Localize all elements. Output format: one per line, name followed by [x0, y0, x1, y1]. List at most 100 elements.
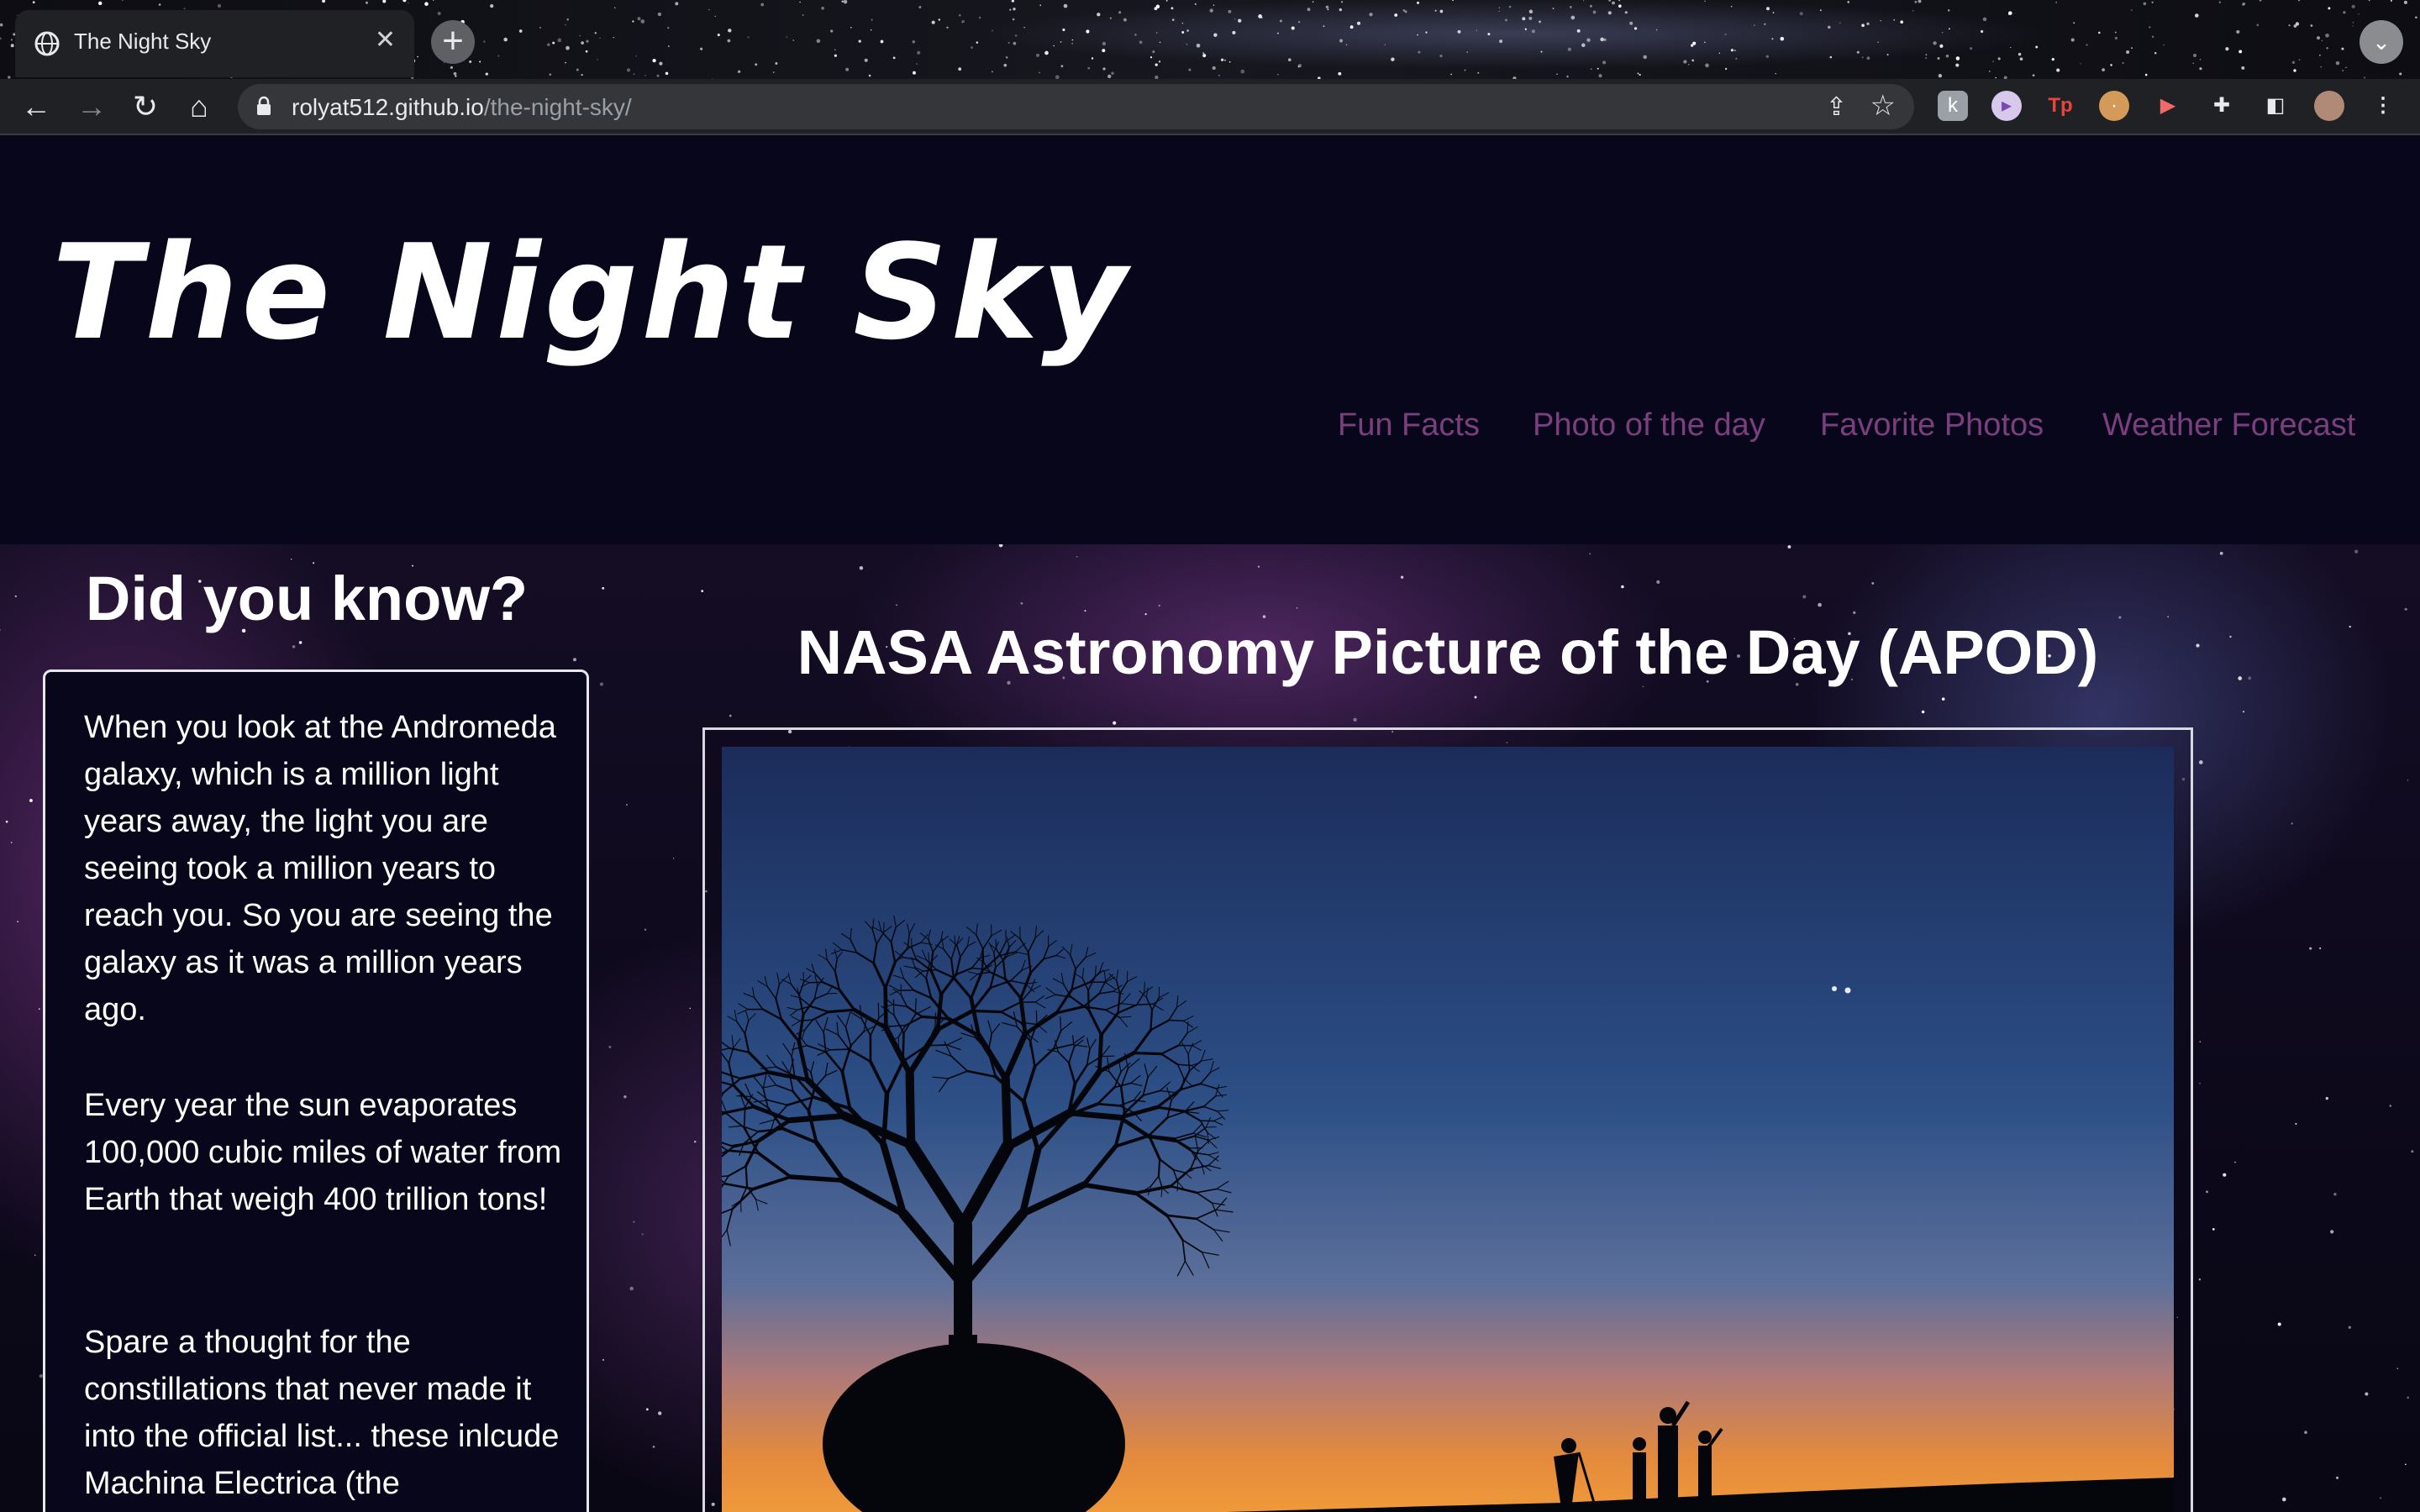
star-dot — [1213, 4, 1215, 6]
star-dot — [1871, 581, 1875, 585]
tree-branch — [1126, 971, 1128, 983]
star-dot — [1012, 18, 1015, 21]
extension-play-icon[interactable]: ▸ — [1991, 91, 2022, 121]
apod-heading: NASA Astronomy Picture of the Day (APOD) — [797, 617, 2099, 687]
browser-toolbar: ← → ↻ ⌂ rolyat512.github.io/the-night-sk… — [0, 79, 2420, 134]
star-dot — [760, 3, 765, 7]
star-dot — [1476, 29, 1478, 31]
star-dot — [2144, 73, 2148, 76]
star-dot — [1113, 721, 1117, 725]
star-dot — [1704, 0, 1706, 3]
star-dot — [1988, 71, 1991, 72]
star-dot — [1202, 52, 1205, 55]
star-dot — [1071, 43, 1073, 45]
star-dot — [1209, 8, 1213, 13]
star-dot — [1053, 45, 1055, 47]
kebab-menu-icon[interactable]: ⋮ — [2368, 91, 2398, 121]
star-dot — [2351, 4, 2355, 8]
star-dot — [597, 59, 598, 60]
star-dot — [2348, 1326, 2351, 1329]
star-dot — [633, 1221, 635, 1223]
star-dot — [1941, 697, 1945, 701]
extension-record-icon[interactable]: ▶ — [2153, 91, 2183, 121]
star-dot — [2291, 822, 2293, 825]
nav-link-fun-facts[interactable]: Fun Facts — [1338, 407, 1480, 444]
star-dot — [1118, 11, 1122, 14]
star-dot — [958, 13, 961, 17]
star-dot — [408, 2, 409, 4]
star-dot — [689, 1007, 692, 1010]
star-dot — [1592, 10, 1597, 14]
star-dot — [1060, 41, 1062, 43]
star-dot — [2218, 1, 2222, 3]
star-dot — [1847, 1, 1850, 3]
star-dot — [1369, 13, 1373, 17]
forward-arrow-icon[interactable]: → — [71, 86, 113, 128]
star-dot — [1257, 565, 1260, 568]
nav-link-photo-of-the-day[interactable]: Photo of the day — [1533, 407, 1765, 444]
star-dot — [1531, 29, 1535, 34]
fun-facts-box[interactable]: When you look at the Andromeda galaxy, w… — [43, 669, 589, 1512]
star-dot — [708, 8, 710, 11]
star-dot — [1829, 55, 1833, 59]
new-tab-button[interactable]: + — [431, 20, 475, 64]
star-dot — [1912, 9, 1914, 12]
star-dot — [539, 26, 541, 29]
star-dot — [2336, 1476, 2338, 1479]
star-dot — [2019, 57, 2023, 61]
profile-avatar[interactable] — [2314, 91, 2344, 121]
star-dot — [1866, 56, 1870, 60]
star-dot — [1091, 57, 1094, 60]
star-dot — [1062, 28, 1065, 32]
star-dot — [2390, 0, 2392, 2]
star-dot — [2114, 36, 2118, 40]
star-dot — [2288, 24, 2291, 27]
nav-link-weather-forecast[interactable]: Weather Forecast — [2102, 407, 2355, 444]
star-dot — [1818, 602, 1822, 607]
star-dot — [433, 0, 434, 1]
star-dot — [547, 43, 550, 46]
back-arrow-icon[interactable]: ← — [15, 86, 57, 128]
star-dot — [1039, 4, 1041, 7]
star-dot — [0, 37, 2, 40]
star-dot — [665, 71, 669, 76]
star-dot — [843, 0, 848, 4]
star-dot — [1624, 11, 1628, 14]
star-dot — [490, 4, 494, 8]
star-dot — [2241, 66, 2245, 70]
star-dot — [402, 0, 407, 3]
side-panel-icon[interactable]: ◧ — [2260, 91, 2291, 121]
reload-icon[interactable]: ↻ — [124, 86, 166, 128]
star-dot — [1570, 15, 1576, 20]
home-icon[interactable]: ⌂ — [178, 86, 220, 128]
address-bar[interactable]: rolyat512.github.io/the-night-sky/ ⇪ ☆ — [238, 84, 1914, 129]
star-dot — [1861, 56, 1864, 59]
star-dot — [1945, 54, 1949, 58]
star-dot — [1765, 55, 1770, 59]
puzzle-icon[interactable]: ✚ — [2207, 91, 2237, 121]
extension-avatar-icon[interactable]: · — [2099, 91, 2129, 121]
star-dot — [747, 36, 750, 39]
browser-tab[interactable]: The Night Sky ✕ — [15, 10, 414, 77]
star-dot — [1007, 41, 1010, 44]
tab-close-icon[interactable]: ✕ — [375, 25, 396, 55]
star-dot — [992, 29, 993, 32]
star-dot — [841, 0, 844, 3]
star-dot — [1474, 696, 1477, 699]
star-dot — [1937, 57, 1940, 60]
extension-k-icon[interactable]: k — [1938, 91, 1968, 121]
star-dot — [632, 20, 634, 23]
star-dot — [2110, 64, 2112, 66]
star-dot — [1524, 28, 1527, 30]
star-icon[interactable]: ☆ — [1870, 89, 1896, 123]
share-icon[interactable]: ⇪ — [1826, 92, 1847, 122]
star-dot — [1036, 53, 1039, 57]
star-dot — [2295, 1122, 2297, 1125]
star-dot — [1772, 12, 1775, 13]
star-dot — [1417, 34, 1418, 36]
extension-tp-icon[interactable]: Tp — [2045, 91, 2075, 121]
tab-search-icon[interactable]: ⌄ — [2360, 20, 2403, 64]
apod-image[interactable] — [722, 747, 2174, 1512]
nav-link-favorite-photos[interactable]: Favorite Photos — [1820, 407, 2044, 444]
star-dot — [1639, 73, 1641, 76]
